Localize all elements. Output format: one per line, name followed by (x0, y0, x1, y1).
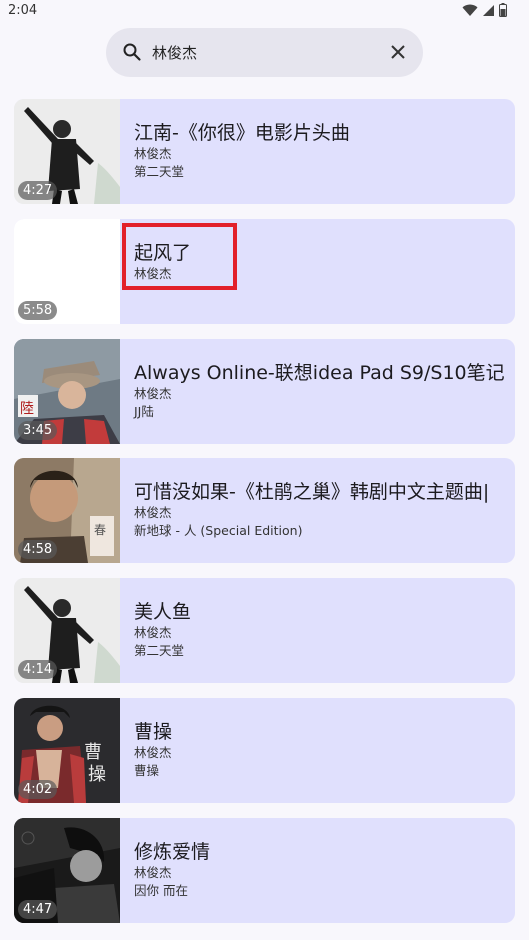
song-artist: 林俊杰 (134, 625, 172, 640)
status-time: 2:04 (8, 3, 38, 18)
song-info: 曹操 林俊杰 曹操 (134, 720, 507, 780)
duration-badge: 3:45 (18, 421, 58, 440)
signal-icon (483, 4, 494, 16)
song-title: 可惜没如果-《杜鹃之巢》韩剧中文主题曲| (134, 481, 490, 503)
wifi-icon (462, 4, 478, 16)
song-album: 第二天堂 (134, 164, 185, 179)
battery-icon (499, 3, 507, 17)
song-artist: 林俊杰 (134, 266, 172, 281)
song-artist: 林俊杰 (134, 505, 172, 520)
svg-text:曹: 曹 (84, 742, 102, 763)
song-title: 江南-《你很》电影片头曲 (134, 122, 350, 144)
search-icon (123, 43, 141, 61)
song-info: 可惜没如果-《杜鹃之巢》韩剧中文主题曲| 林俊杰 新地球 - 人 (Specia… (134, 480, 507, 540)
status-icons (462, 3, 507, 17)
song-title: 修炼爱情 (134, 841, 211, 863)
status-bar: 2:04 (0, 0, 529, 24)
song-album: 新地球 - 人 (Special Edition) (134, 523, 303, 538)
duration-badge: 5:58 (18, 301, 58, 320)
svg-text:陸: 陸 (20, 401, 34, 417)
song-item[interactable]: 4:27 江南-《你很》电影片头曲 林俊杰 第二天堂 (14, 99, 515, 204)
search-bar[interactable]: 林俊杰 (106, 28, 423, 77)
song-info: 美人鱼 林俊杰 第二天堂 (134, 600, 507, 660)
song-artist: 林俊杰 (134, 745, 172, 760)
duration-badge: 4:02 (18, 780, 58, 799)
song-item[interactable]: 春 4:58 可惜没如果-《杜鹃之巢》韩剧中文主题曲| 林俊杰 新地球 - 人 … (14, 458, 515, 563)
song-info: 修炼爱情 林俊杰 因你 而在 (134, 840, 507, 900)
album-art: 曹 操 4:02 (14, 698, 120, 803)
song-album: 曹操 (134, 763, 160, 778)
song-album: 因你 而在 (134, 883, 188, 898)
song-item[interactable]: 4:47 修炼爱情 林俊杰 因你 而在 (14, 818, 515, 923)
song-info: 起风了 林俊杰 (134, 241, 507, 283)
duration-badge: 4:58 (18, 540, 58, 559)
song-item[interactable]: 4:14 美人鱼 林俊杰 第二天堂 (14, 578, 515, 683)
duration-badge: 4:14 (18, 660, 58, 679)
song-info: 江南-《你很》电影片头曲 林俊杰 第二天堂 (134, 121, 507, 181)
duration-badge: 4:27 (18, 181, 58, 200)
album-art: 4:14 (14, 578, 120, 683)
duration-badge: 4:47 (18, 900, 58, 919)
song-album: JJ陆 (134, 404, 154, 419)
song-artist: 林俊杰 (134, 146, 172, 161)
album-art: 4:47 (14, 818, 120, 923)
song-item[interactable]: 曹 操 4:02 曹操 林俊杰 曹操 (14, 698, 515, 803)
song-title: 起风了 (134, 242, 192, 264)
song-item[interactable]: 5:58 起风了 林俊杰 (14, 219, 515, 324)
song-title: Always Online-联想idea Pad S9/S10笔记 (134, 362, 505, 384)
song-title: 美人鱼 (134, 601, 192, 623)
album-art: 陸 3:45 (14, 339, 120, 444)
search-input[interactable]: 林俊杰 (152, 42, 197, 63)
svg-text:操: 操 (88, 764, 106, 785)
svg-text:春: 春 (94, 523, 106, 537)
song-title: 曹操 (134, 721, 173, 743)
song-info: Always Online-联想idea Pad S9/S10笔记 林俊杰 JJ… (134, 361, 507, 421)
song-artist: 林俊杰 (134, 865, 172, 880)
song-album: 第二天堂 (134, 643, 185, 658)
album-art: 5:58 (14, 219, 120, 324)
song-artist: 林俊杰 (134, 386, 172, 401)
close-icon[interactable] (389, 43, 407, 61)
song-item[interactable]: 陸 3:45 Always Online-联想idea Pad S9/S10笔记… (14, 339, 515, 444)
album-art: 4:27 (14, 99, 120, 204)
album-art: 春 4:58 (14, 458, 120, 563)
